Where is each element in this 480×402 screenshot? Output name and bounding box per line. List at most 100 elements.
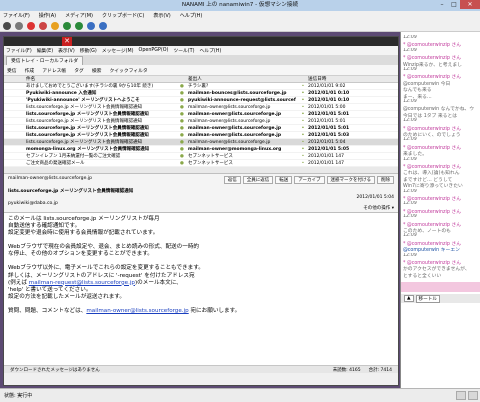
archive-button[interactable]: アーカイブ	[294, 176, 325, 184]
star-icon[interactable]	[4, 104, 26, 110]
star-icon[interactable]	[4, 125, 26, 131]
message-row[interactable]: Pyukiwiki-announce 入会通知 ● mailman-bounces@…	[4, 90, 398, 97]
message-row[interactable]: lists.sourceforge.jp メーリングリスト会員情報確認通知 ● ma…	[4, 139, 398, 146]
read-status-icon[interactable]: ●	[176, 139, 188, 145]
message-row[interactable]: momonga-linux.org メーリングリスト会員情報確認通知 ● mailm…	[4, 146, 398, 153]
star-icon[interactable]	[4, 146, 26, 152]
minimize-button[interactable]: –	[436, 0, 448, 9]
tb-menu-tools[interactable]: ツール(T)	[173, 47, 194, 54]
read-status-icon[interactable]: ●	[176, 83, 188, 89]
star-icon[interactable]	[4, 83, 26, 89]
read-status-icon[interactable]: ●	[176, 97, 188, 103]
close-icon[interactable]: ✕	[62, 37, 72, 46]
star-icon[interactable]	[4, 111, 26, 117]
header-to[interactable]: pyukiwiki@daba.co.jp	[8, 201, 58, 206]
star-icon[interactable]	[4, 139, 26, 145]
pause-icon[interactable]	[63, 21, 71, 30]
reply-button[interactable]: 返信	[223, 176, 241, 184]
read-column-header[interactable]	[176, 76, 188, 82]
tb-menu-go[interactable]: 移動(G)	[80, 47, 97, 54]
star-icon[interactable]	[4, 97, 26, 103]
maximize-button[interactable]: □	[448, 0, 460, 9]
write-button[interactable]: 作成	[25, 67, 35, 74]
request-address-link[interactable]: mailman-request@lists.sourceforge.jp	[29, 280, 135, 286]
star-icon[interactable]	[4, 132, 26, 138]
tb-menu-openpgp[interactable]: OpenPGP(O)	[139, 48, 169, 53]
message-row[interactable]: lists.sourceforge.jp メーリングリスト会員情報確認通知 ● ma…	[4, 118, 398, 125]
reset-icon[interactable]	[75, 21, 83, 30]
message-row[interactable]: lists.sourceforge.jp メーリングリスト会員情報確認通知 ● ma…	[4, 104, 398, 111]
message-row[interactable]: 'Pyukiwiki-announce' メーリングリストへようこそ ● pyuki…	[4, 97, 398, 104]
star-column-header[interactable]	[4, 76, 26, 82]
read-status-icon[interactable]: ●	[176, 160, 188, 166]
read-status-icon[interactable]: ●	[176, 146, 188, 152]
junk-status-icon[interactable]: •	[298, 132, 308, 138]
junk-status-icon[interactable]: •	[298, 111, 308, 117]
junk-status-icon[interactable]: •	[298, 146, 308, 152]
quick-filter-button[interactable]: クイックフィルタ	[109, 67, 147, 74]
message-row[interactable]: セブンイレブン 1月未納還付一覧のご注文確認 ● セブンネットサービス • 2012/0…	[4, 153, 398, 160]
message-row[interactable]: lists.sourceforge.jp メーリングリスト会員情報確認通知 ● ma…	[4, 125, 398, 132]
start-icon[interactable]	[15, 21, 23, 30]
message-row[interactable]: lists.sourceforge.jp メーリングリスト会員情報確認通知 ● ma…	[4, 111, 398, 118]
tb-menu-file[interactable]: ファイル(F)	[6, 47, 32, 54]
vm-menu-action[interactable]: 操作(A)	[39, 12, 56, 19]
read-status-icon[interactable]: ●	[176, 153, 188, 159]
tag-button[interactable]: タグ	[74, 67, 84, 74]
junk-status-icon[interactable]: •	[298, 139, 308, 145]
date-column-header[interactable]: 送信日時	[308, 76, 378, 82]
search-button[interactable]: 検索	[92, 67, 102, 74]
star-icon[interactable]	[4, 118, 26, 124]
message-row[interactable]: lists.sourceforge.jp メーリングリスト会員情報確認通知 ● ma…	[4, 132, 398, 139]
read-status-icon[interactable]: ●	[176, 111, 188, 117]
tb-menu-help[interactable]: ヘルプ(H)	[199, 47, 221, 54]
turn-off-icon[interactable]	[27, 21, 35, 30]
junk-status-icon[interactable]: •	[298, 97, 308, 103]
read-status-icon[interactable]: ●	[176, 132, 188, 138]
close-button[interactable]: ✕	[460, 0, 480, 9]
message-row[interactable]: ご注文商品の発送確認メール ● セブンネットサービス • 2012/01/01 147	[4, 160, 398, 167]
ctrl-alt-del-icon[interactable]	[3, 21, 11, 30]
save-state-icon[interactable]	[51, 21, 59, 30]
vm-menu-media[interactable]: メディア(M)	[65, 12, 93, 19]
star-icon[interactable]	[4, 90, 26, 96]
tb-menu-message[interactable]: メッセージ(M)	[102, 47, 134, 54]
header-from[interactable]: mailman-owner@lists.sourceforge.jp	[8, 176, 92, 181]
junk-button[interactable]: 迷惑マークを付ける	[326, 176, 375, 184]
vm-menu-help[interactable]: ヘルプ(H)	[180, 12, 203, 19]
subject-column-header[interactable]: 件名	[26, 76, 176, 82]
shutdown-icon[interactable]	[39, 21, 47, 30]
snapshot-icon[interactable]	[87, 21, 95, 30]
vm-menu-clipboard[interactable]: クリップボード(C)	[102, 12, 144, 19]
column-picker[interactable]	[378, 76, 398, 82]
junk-status-icon[interactable]: •	[298, 160, 308, 166]
tb-menu-edit[interactable]: 編集(E)	[37, 47, 53, 54]
chat-up-button[interactable]: ▲	[404, 295, 414, 302]
junk-status-icon[interactable]: •	[298, 153, 308, 159]
revert-icon[interactable]	[99, 21, 107, 30]
chat-post-button[interactable]: 移ートル	[415, 294, 440, 303]
message-row[interactable]: あけましておめでとうございます(チラシの裏 9から10年 続き) ● チラシ裏? • 2…	[4, 83, 398, 90]
junk-status-icon[interactable]: •	[298, 104, 308, 110]
vm-menu-file[interactable]: ファイル(F)	[3, 12, 30, 19]
vm-menu-view[interactable]: 表示(V)	[153, 12, 170, 19]
delete-button[interactable]: 削除	[377, 176, 394, 184]
junk-column-header[interactable]	[298, 76, 308, 82]
other-actions-button[interactable]: その他の操作 ▾	[363, 205, 394, 211]
get-mail-button[interactable]: 受信	[7, 67, 17, 74]
forward-button[interactable]: 転送	[275, 176, 293, 184]
read-status-icon[interactable]: ●	[176, 118, 188, 124]
junk-status-icon[interactable]: •	[298, 83, 308, 89]
owner-address-link[interactable]: mailman-owner@lists.sourceforge.jp	[86, 308, 188, 314]
read-status-icon[interactable]: ●	[176, 104, 188, 110]
junk-status-icon[interactable]: •	[298, 118, 308, 124]
tb-menu-view[interactable]: 表示(V)	[58, 47, 75, 54]
star-icon[interactable]	[4, 160, 26, 166]
junk-status-icon[interactable]: •	[298, 90, 308, 96]
star-icon[interactable]	[4, 153, 26, 159]
address-book-button[interactable]: アドレス帳	[42, 67, 66, 74]
read-status-icon[interactable]: ●	[176, 125, 188, 131]
tab-inbox[interactable]: 受信トレイ - ローカルフォルダ	[6, 56, 84, 65]
junk-status-icon[interactable]: •	[298, 125, 308, 131]
reply-all-button[interactable]: 全員に返信	[242, 176, 274, 184]
